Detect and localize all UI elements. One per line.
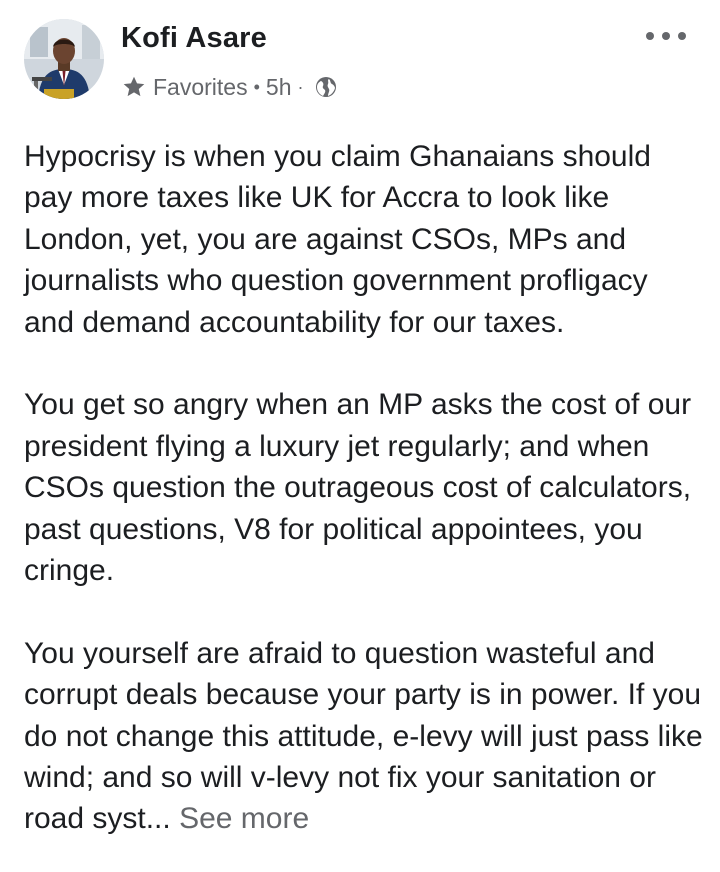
star-icon: [123, 76, 145, 97]
author-name[interactable]: Kofi Asare: [121, 22, 267, 55]
audience-label[interactable]: Favorites: [153, 74, 248, 101]
meta-separator: ·: [297, 76, 304, 97]
post-timestamp[interactable]: 5h: [266, 74, 292, 101]
more-dot: [662, 32, 670, 40]
post-body: Hypocrisy is when you claim Ghanaians sh…: [24, 136, 704, 872]
globe-icon: [315, 77, 336, 97]
more-dot: [646, 32, 654, 40]
post-meta: Favorites • 5h ·: [121, 72, 338, 102]
post-paragraph-3: You yourself are afraid to question wast…: [24, 633, 704, 840]
post-paragraph-3-text: You yourself are afraid to question wast…: [24, 636, 703, 836]
post-paragraph-1: Hypocrisy is when you claim Ghanaians sh…: [24, 140, 651, 339]
more-options-icon[interactable]: [646, 24, 686, 48]
see-more-link[interactable]: See more: [179, 802, 309, 835]
more-dot: [678, 32, 686, 40]
post-paragraph-2: You get so angry when an MP asks the cos…: [24, 388, 692, 588]
author-avatar[interactable]: [24, 19, 104, 99]
facebook-post: Kofi Asare Favorites • 5h · Hypocrisy is…: [0, 0, 720, 872]
meta-separator-dot: •: [253, 76, 260, 97]
avatar-image: [24, 19, 104, 99]
